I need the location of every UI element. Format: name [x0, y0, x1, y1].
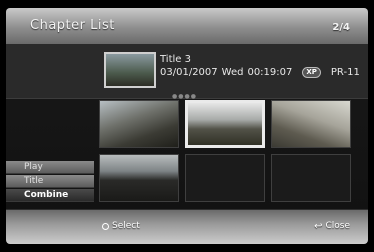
title-details: 03/01/2007 Wed 00:19:07 XP PR-11	[160, 66, 368, 79]
title-thumbnail	[104, 52, 156, 88]
chapter-grid	[99, 100, 351, 202]
title-name: Title 3	[160, 54, 191, 65]
title-bar: Chapter List 2/4	[6, 8, 368, 45]
page-indicator: 2/4	[332, 22, 350, 33]
chapter-thumbnail-1[interactable]	[99, 100, 179, 148]
page-dots: ●●●●	[172, 93, 197, 100]
record-weekday: Wed	[221, 67, 244, 78]
program-number: PR-11	[330, 67, 360, 78]
circle-icon	[102, 222, 109, 230]
menu-item-play[interactable]: Play	[6, 161, 94, 174]
page-title: Chapter List	[30, 18, 115, 33]
side-menu: Play Title Combine	[6, 161, 94, 203]
select-hint-label: Select	[112, 221, 140, 231]
close-hint-label: Close	[325, 221, 350, 231]
record-mode-badge: XP	[302, 67, 321, 78]
chapter-slot-empty-2	[271, 154, 351, 202]
record-date: 03/01/2007	[160, 67, 218, 78]
close-hint: ↩ Close	[314, 221, 350, 231]
return-icon: ↩	[314, 220, 323, 232]
record-duration: 00:19:07	[247, 67, 293, 78]
chapter-thumbnail-4[interactable]	[99, 154, 179, 202]
title-info-row: Title 3 03/01/2007 Wed 00:19:07 XP PR-11	[6, 44, 368, 99]
chapter-slot-empty-1	[185, 154, 265, 202]
menu-item-title[interactable]: Title	[6, 175, 94, 188]
chapter-list-screen: Chapter List 2/4 Title 3 03/01/2007 Wed …	[6, 8, 368, 244]
chapter-thumbnail-2[interactable]	[185, 100, 265, 148]
bottom-hint-bar: Select ↩ Close	[6, 209, 368, 244]
select-hint: Select	[102, 221, 140, 231]
chapter-thumbnail-3[interactable]	[271, 100, 351, 148]
menu-item-combine[interactable]: Combine	[6, 189, 94, 202]
